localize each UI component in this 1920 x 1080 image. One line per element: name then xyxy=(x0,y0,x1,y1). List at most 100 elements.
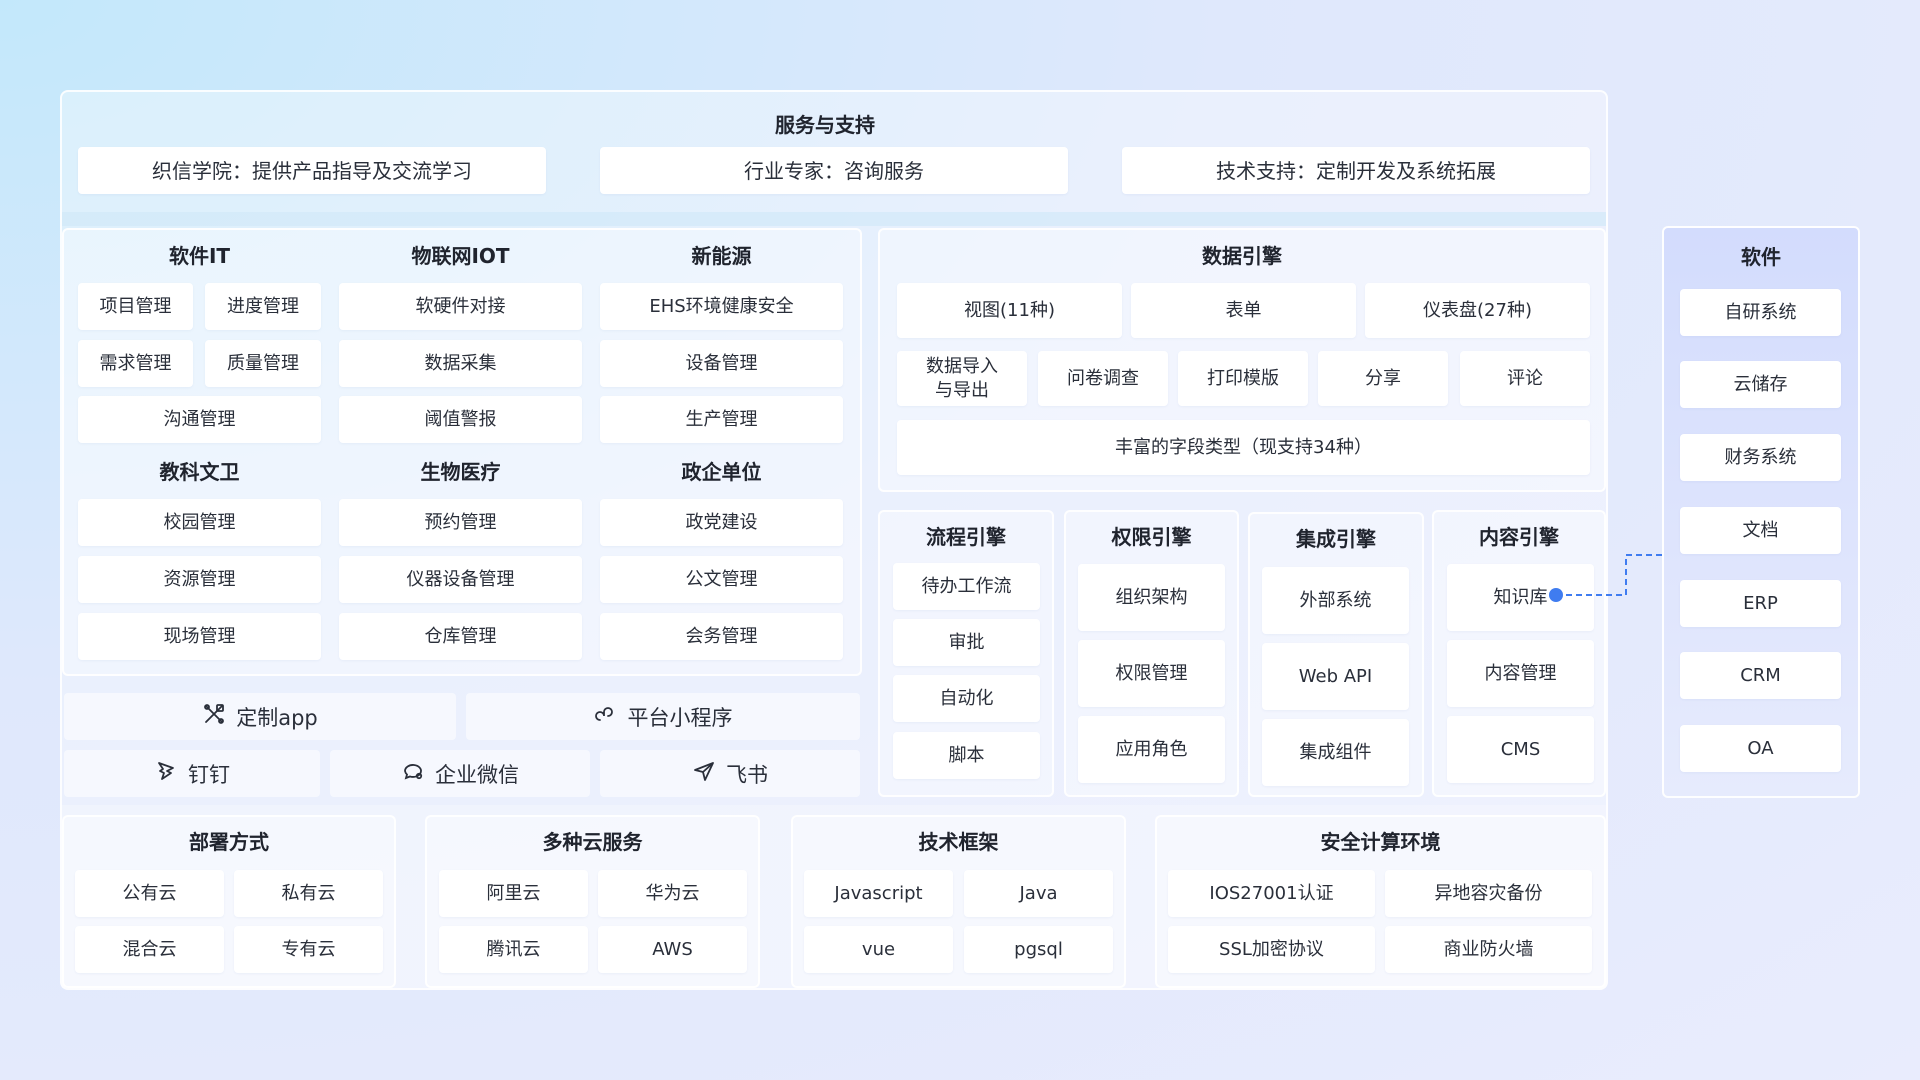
engine-item: 组织架构 xyxy=(1078,564,1225,631)
industry-title-iot: 物联网IOT xyxy=(411,243,510,268)
bottom-item: 混合云 xyxy=(75,926,224,973)
bottom-item: Javascript xyxy=(804,870,953,917)
industry-title-education: 教科文卫 xyxy=(159,459,240,484)
software-item: 云储存 xyxy=(1680,361,1841,408)
engine-item: 集成组件 xyxy=(1262,719,1409,786)
engine-title-permission: 权限引擎 xyxy=(1111,524,1192,549)
engine-item: 内容管理 xyxy=(1447,640,1594,707)
industry-item: 设备管理 xyxy=(600,340,843,387)
industry-item: 生产管理 xyxy=(600,396,843,443)
software-item: 财务系统 xyxy=(1680,434,1841,481)
industry-title-government: 政企单位 xyxy=(681,459,762,484)
dingtalk-icon xyxy=(154,759,178,788)
industry-title-new-energy: 新能源 xyxy=(691,243,752,268)
software-item: 自研系统 xyxy=(1680,289,1841,336)
engine-title-process: 流程引擎 xyxy=(926,524,1006,549)
engine-item: 脚本 xyxy=(893,732,1040,779)
bottom-item: IOS27001认证 xyxy=(1168,870,1375,917)
bottom-item: 异地容灾备份 xyxy=(1385,870,1592,917)
engine-item: 应用角色 xyxy=(1078,716,1225,783)
bottom-item: Java xyxy=(964,870,1113,917)
bottom-item: vue xyxy=(804,926,953,973)
industry-item: EHS环境健康安全 xyxy=(600,283,843,330)
industry-item: 校园管理 xyxy=(78,499,321,546)
mini-program-icon xyxy=(594,702,618,731)
data-engine-item: 问卷调查 xyxy=(1038,351,1168,406)
channel-label: 飞书 xyxy=(726,762,768,787)
engine-item: Web API xyxy=(1262,643,1409,710)
bottom-item: 公有云 xyxy=(75,870,224,917)
industry-item: 数据采集 xyxy=(339,340,582,387)
data-engine-title: 数据引擎 xyxy=(1202,243,1282,268)
channel-mini-program: 平台小程序 xyxy=(466,693,860,740)
data-engine-item: 表单 xyxy=(1131,283,1356,338)
industry-item: 进度管理 xyxy=(205,283,321,330)
feishu-icon xyxy=(692,759,716,788)
bottom-item: 阿里云 xyxy=(439,870,588,917)
industry-title-biomedical: 生物医疗 xyxy=(420,459,501,484)
data-engine-field-types: 丰富的字段类型（现支持34种） xyxy=(897,420,1590,475)
bottom-item: 腾讯云 xyxy=(439,926,588,973)
connector-start-dot xyxy=(1549,588,1563,602)
connector-arrow xyxy=(1556,549,1676,596)
channel-feishu: 飞书 xyxy=(600,750,860,797)
service-item-tech-support: 技术支持：定制开发及系统拓展 xyxy=(1122,147,1590,194)
engine-title-integration: 集成引擎 xyxy=(1296,526,1376,551)
tools-icon xyxy=(202,702,226,731)
data-engine-item: 评论 xyxy=(1460,351,1590,406)
channel-label: 企业微信 xyxy=(435,762,519,787)
data-engine-item: 数据导入 与导出 xyxy=(897,351,1027,406)
software-item: OA xyxy=(1680,725,1841,772)
industry-item: 沟通管理 xyxy=(78,396,321,443)
data-engine-item: 分享 xyxy=(1318,351,1448,406)
industry-item: 软硬件对接 xyxy=(339,283,582,330)
software-item: ERP xyxy=(1680,580,1841,627)
channel-wecom: 企业微信 xyxy=(330,750,590,797)
bottom-title-security: 安全计算环境 xyxy=(1320,829,1441,854)
wecom-icon xyxy=(401,759,425,788)
service-item-academy: 织信学院：提供产品指导及交流学习 xyxy=(78,147,546,194)
service-item-experts: 行业专家：咨询服务 xyxy=(600,147,1068,194)
industry-item: 公文管理 xyxy=(600,556,843,603)
bottom-item: pgsql xyxy=(964,926,1113,973)
industry-item: 预约管理 xyxy=(339,499,582,546)
industry-item: 需求管理 xyxy=(78,340,193,387)
channel-label: 定制app xyxy=(236,705,318,730)
industry-item: 仪器设备管理 xyxy=(339,556,582,603)
industry-item: 质量管理 xyxy=(205,340,321,387)
bottom-item: 私有云 xyxy=(234,870,383,917)
bottom-item: 商业防火墙 xyxy=(1385,926,1592,973)
bottom-title-cloud: 多种云服务 xyxy=(542,829,643,854)
channel-label: 钉钉 xyxy=(188,762,230,787)
software-title: 软件 xyxy=(1741,244,1781,269)
data-engine-item: 打印模版 xyxy=(1178,351,1308,406)
software-item: 文档 xyxy=(1680,507,1841,554)
engine-item: 待办工作流 xyxy=(893,563,1040,610)
industry-item: 会务管理 xyxy=(600,613,843,660)
industry-item: 资源管理 xyxy=(78,556,321,603)
bottom-item: 华为云 xyxy=(598,870,747,917)
channel-label: 平台小程序 xyxy=(627,705,733,730)
data-engine-item: 仪表盘(27种) xyxy=(1365,283,1590,338)
bottom-item: SSL加密协议 xyxy=(1168,926,1375,973)
divider-band xyxy=(62,212,1606,226)
engine-item: 权限管理 xyxy=(1078,640,1225,707)
bottom-item: AWS xyxy=(598,926,747,973)
industry-item: 仓库管理 xyxy=(339,613,582,660)
software-item: CRM xyxy=(1680,652,1841,699)
bottom-item: 专有云 xyxy=(234,926,383,973)
bottom-title-framework: 技术框架 xyxy=(918,829,999,854)
industry-title-software-it: 软件IT xyxy=(168,243,231,268)
bottom-title-deploy: 部署方式 xyxy=(189,829,269,854)
industry-item: 政党建设 xyxy=(600,499,843,546)
channel-custom-app: 定制app xyxy=(64,693,456,740)
engine-item: 审批 xyxy=(893,619,1040,666)
industry-item: 现场管理 xyxy=(78,613,321,660)
engine-item: 外部系统 xyxy=(1262,567,1409,634)
engine-item: 自动化 xyxy=(893,675,1040,722)
data-engine-item: 视图(11种) xyxy=(897,283,1122,338)
engine-item: CMS xyxy=(1447,716,1594,783)
channel-dingtalk: 钉钉 xyxy=(64,750,320,797)
industry-item: 阈值警报 xyxy=(339,396,582,443)
service-title: 服务与支持 xyxy=(775,112,875,137)
